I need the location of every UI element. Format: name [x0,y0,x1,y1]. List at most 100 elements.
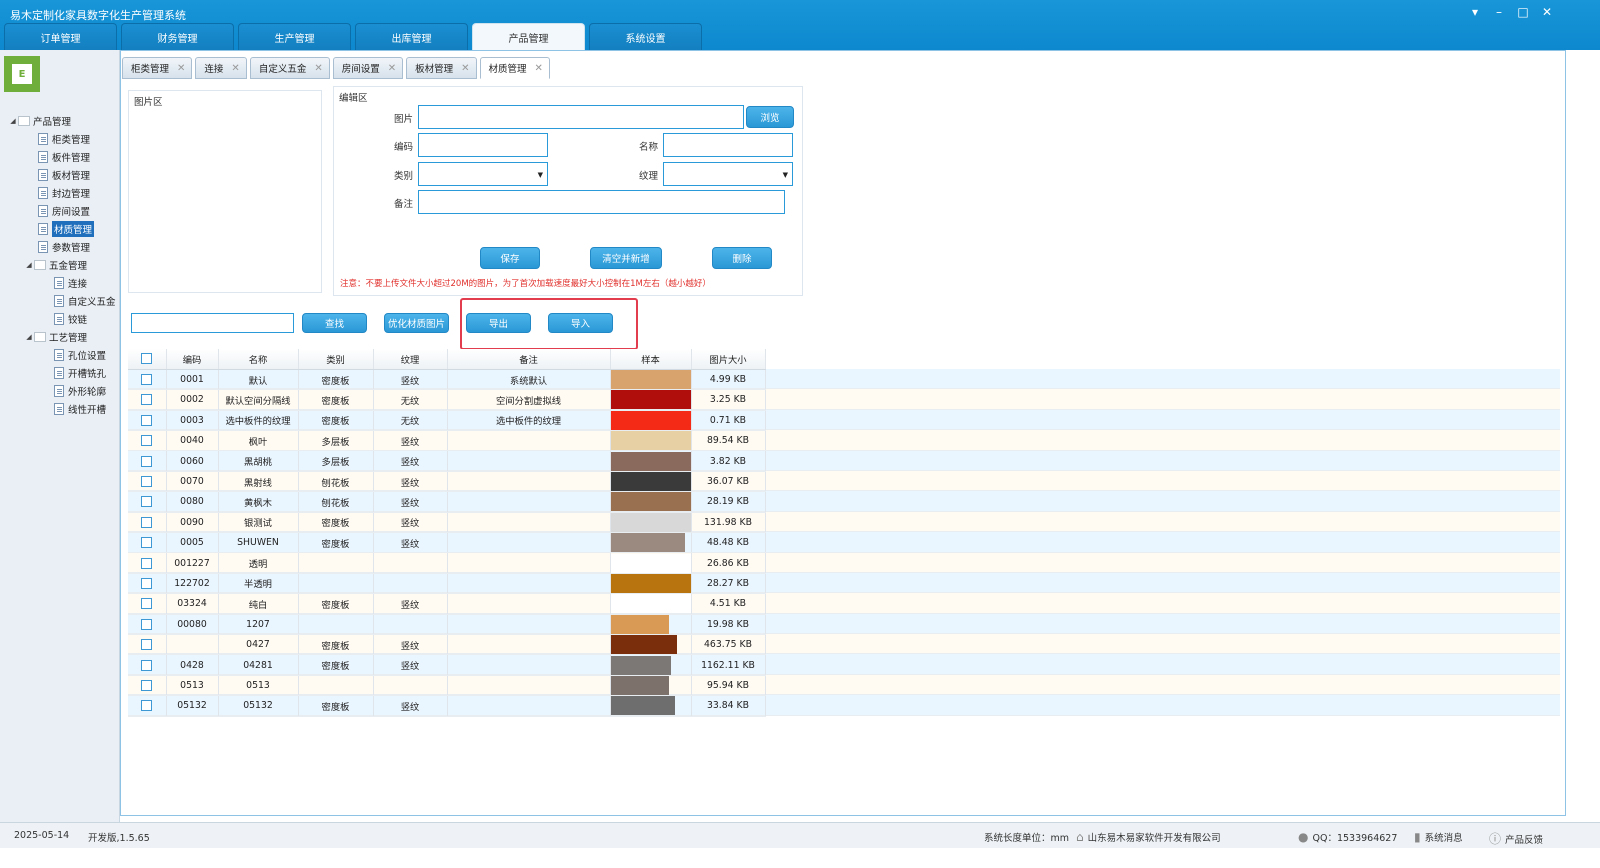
tree-node-product[interactable]: ◢ 产品管理 [0,112,120,130]
table-row[interactable]: 03324 纯白 密度板 竖纹 4.51 KB [128,593,766,615]
tree-item-hole[interactable]: 孔位设置 [0,346,120,364]
table-row[interactable]: 0002 默认空间分隔线 密度板 无纹 空间分割虚拟线 3.25 KB [128,389,766,411]
tree-item-material[interactable]: 材质管理 [0,220,120,238]
row-checkbox[interactable] [141,598,153,610]
tab-production-management[interactable]: 生产管理 [238,23,351,50]
subtab-cabinet[interactable]: 柜类管理 ✕ [122,57,193,79]
col-header-texture[interactable]: 纹理 [373,349,448,370]
tree-item-room[interactable]: 房间设置 [0,202,120,220]
subtab-custom-hardware[interactable]: 自定义五金 ✕ [249,57,330,79]
close-icon[interactable]: ✕ [535,63,543,74]
col-header-sample[interactable]: 样本 [610,349,692,370]
remark-field[interactable] [418,190,785,214]
tree-node-process[interactable]: ◢ 工艺管理 [0,328,120,346]
code-field[interactable] [418,133,548,157]
row-checkbox[interactable] [141,476,153,488]
close-icon[interactable]: ✕ [388,63,396,74]
col-header-name[interactable]: 名称 [218,349,299,370]
maximize-icon[interactable]: □ [1514,5,1532,19]
row-checkbox[interactable] [141,496,153,508]
table-row[interactable]: 001227 透明 26.86 KB [128,552,766,574]
tree-item-hinge[interactable]: 铰链 [0,310,120,328]
row-checkbox[interactable] [141,639,153,651]
tree-item-params[interactable]: 参数管理 [0,238,120,256]
clear-and-new-button[interactable]: 清空并新增 [590,247,662,269]
table-row[interactable]: 0513 0513 95.94 KB [128,675,766,697]
subtab-connection[interactable]: 连接 ✕ [195,57,247,79]
col-header-remark[interactable]: 备注 [447,349,611,370]
col-header-code[interactable]: 编码 [166,349,219,370]
table-row[interactable]: 0040 枫叶 多层板 竖纹 89.54 KB [128,430,766,452]
tree-node-hardware[interactable]: ◢ 五金管理 [0,256,120,274]
tree-item-contour[interactable]: 外形轮廓 [0,382,120,400]
row-checkbox[interactable] [141,618,153,630]
tree-item-connection[interactable]: 连接 [0,274,120,292]
collapse-icon[interactable]: ◢ [24,333,34,341]
col-header-category[interactable]: 类别 [298,349,374,370]
tree-item-groove[interactable]: 开槽铣孔 [0,364,120,382]
name-field[interactable] [663,133,793,157]
texture-select[interactable]: ▼ [663,162,793,186]
product-feedback-link[interactable]: ⓘ 产品反馈 [1489,830,1543,847]
optimize-images-button[interactable]: 优化材质图片 [384,313,449,333]
row-checkbox[interactable] [141,394,153,406]
close-icon[interactable]: ✕ [177,63,185,74]
delete-button[interactable]: 删除 [712,247,772,269]
tab-order-management[interactable]: 订单管理 [4,23,117,50]
row-checkbox[interactable] [141,557,153,569]
subtab-board[interactable]: 板材管理 ✕ [406,57,477,79]
table-row[interactable]: 122702 半透明 28.27 KB [128,573,766,595]
tree-item-linear-groove[interactable]: 线性开槽 [0,400,120,418]
category-select[interactable]: ▼ [418,162,548,186]
table-row[interactable]: 0003 选中板件的纹理 密度板 无纹 选中板件的纹理 0.71 KB [128,410,766,432]
row-checkbox[interactable] [141,374,153,386]
tab-finance-management[interactable]: 财务管理 [121,23,234,50]
tab-system-settings[interactable]: 系统设置 [589,23,702,50]
row-checkbox[interactable] [141,435,153,447]
table-row[interactable]: 0005 SHUWEN 密度板 竖纹 48.48 KB [128,532,766,554]
col-header-image-size[interactable]: 图片大小 [691,349,766,370]
tree-item-cabinet[interactable]: 柜类管理 [0,130,120,148]
close-icon[interactable]: ✕ [231,63,239,74]
select-all-checkbox[interactable] [141,353,153,365]
tab-product-management[interactable]: 产品管理 [472,23,585,50]
table-row[interactable]: 00080 1207 19.98 KB [128,614,766,635]
table-row[interactable]: 0427 密度板 竖纹 463.75 KB [128,634,766,656]
subtab-material[interactable]: 材质管理 ✕ [479,57,550,79]
close-icon[interactable]: ✕ [1538,5,1556,19]
find-button[interactable]: 查找 [302,313,367,333]
bottom-strip [0,848,1600,868]
table-row[interactable]: 0080 黄枫木 刨花板 竖纹 28.19 KB [128,491,766,513]
table-row[interactable]: 0001 默认 密度板 竖纹 系统默认 4.99 KB [128,369,766,391]
table-row[interactable]: 0090 银测试 密度板 竖纹 131.98 KB [128,512,766,534]
tree-item-custom-hardware[interactable]: 自定义五金 [0,292,120,310]
tree-item-board[interactable]: 板材管理 [0,166,120,184]
table-row[interactable]: 0428 04281 密度板 竖纹 1162.11 KB [128,654,766,676]
close-icon[interactable]: ✕ [314,63,322,74]
image-path-field[interactable] [418,105,744,129]
row-checkbox[interactable] [141,659,153,671]
row-checkbox[interactable] [141,700,153,712]
row-checkbox[interactable] [141,537,153,549]
system-messages-link[interactable]: ▮ 系统消息 [1414,830,1463,844]
collapse-icon[interactable]: ◢ [24,261,34,269]
row-checkbox[interactable] [141,455,153,467]
row-checkbox[interactable] [141,516,153,528]
save-button[interactable]: 保存 [480,247,540,269]
tree-item-panel-part[interactable]: 板件管理 [0,148,120,166]
table-row[interactable]: 05132 05132 密度板 竖纹 33.84 KB [128,695,766,717]
subtab-room[interactable]: 房间设置 ✕ [332,57,404,79]
tab-outbound-management[interactable]: 出库管理 [355,23,468,50]
row-checkbox[interactable] [141,414,153,426]
minimize-icon[interactable]: – [1490,5,1508,19]
close-icon[interactable]: ✕ [461,63,469,74]
row-checkbox[interactable] [141,679,153,691]
browse-button[interactable]: 浏览 [746,106,794,128]
dropdown-menu-icon[interactable]: ▾ [1466,5,1484,19]
search-input[interactable] [131,313,294,333]
collapse-icon[interactable]: ◢ [8,117,18,125]
tree-item-edge[interactable]: 封边管理 [0,184,120,202]
table-row[interactable]: 0070 黑射线 刨花板 竖纹 36.07 KB [128,471,766,493]
table-row[interactable]: 0060 黑胡桃 多层板 竖纹 3.82 KB [128,450,766,472]
row-checkbox[interactable] [141,577,153,589]
